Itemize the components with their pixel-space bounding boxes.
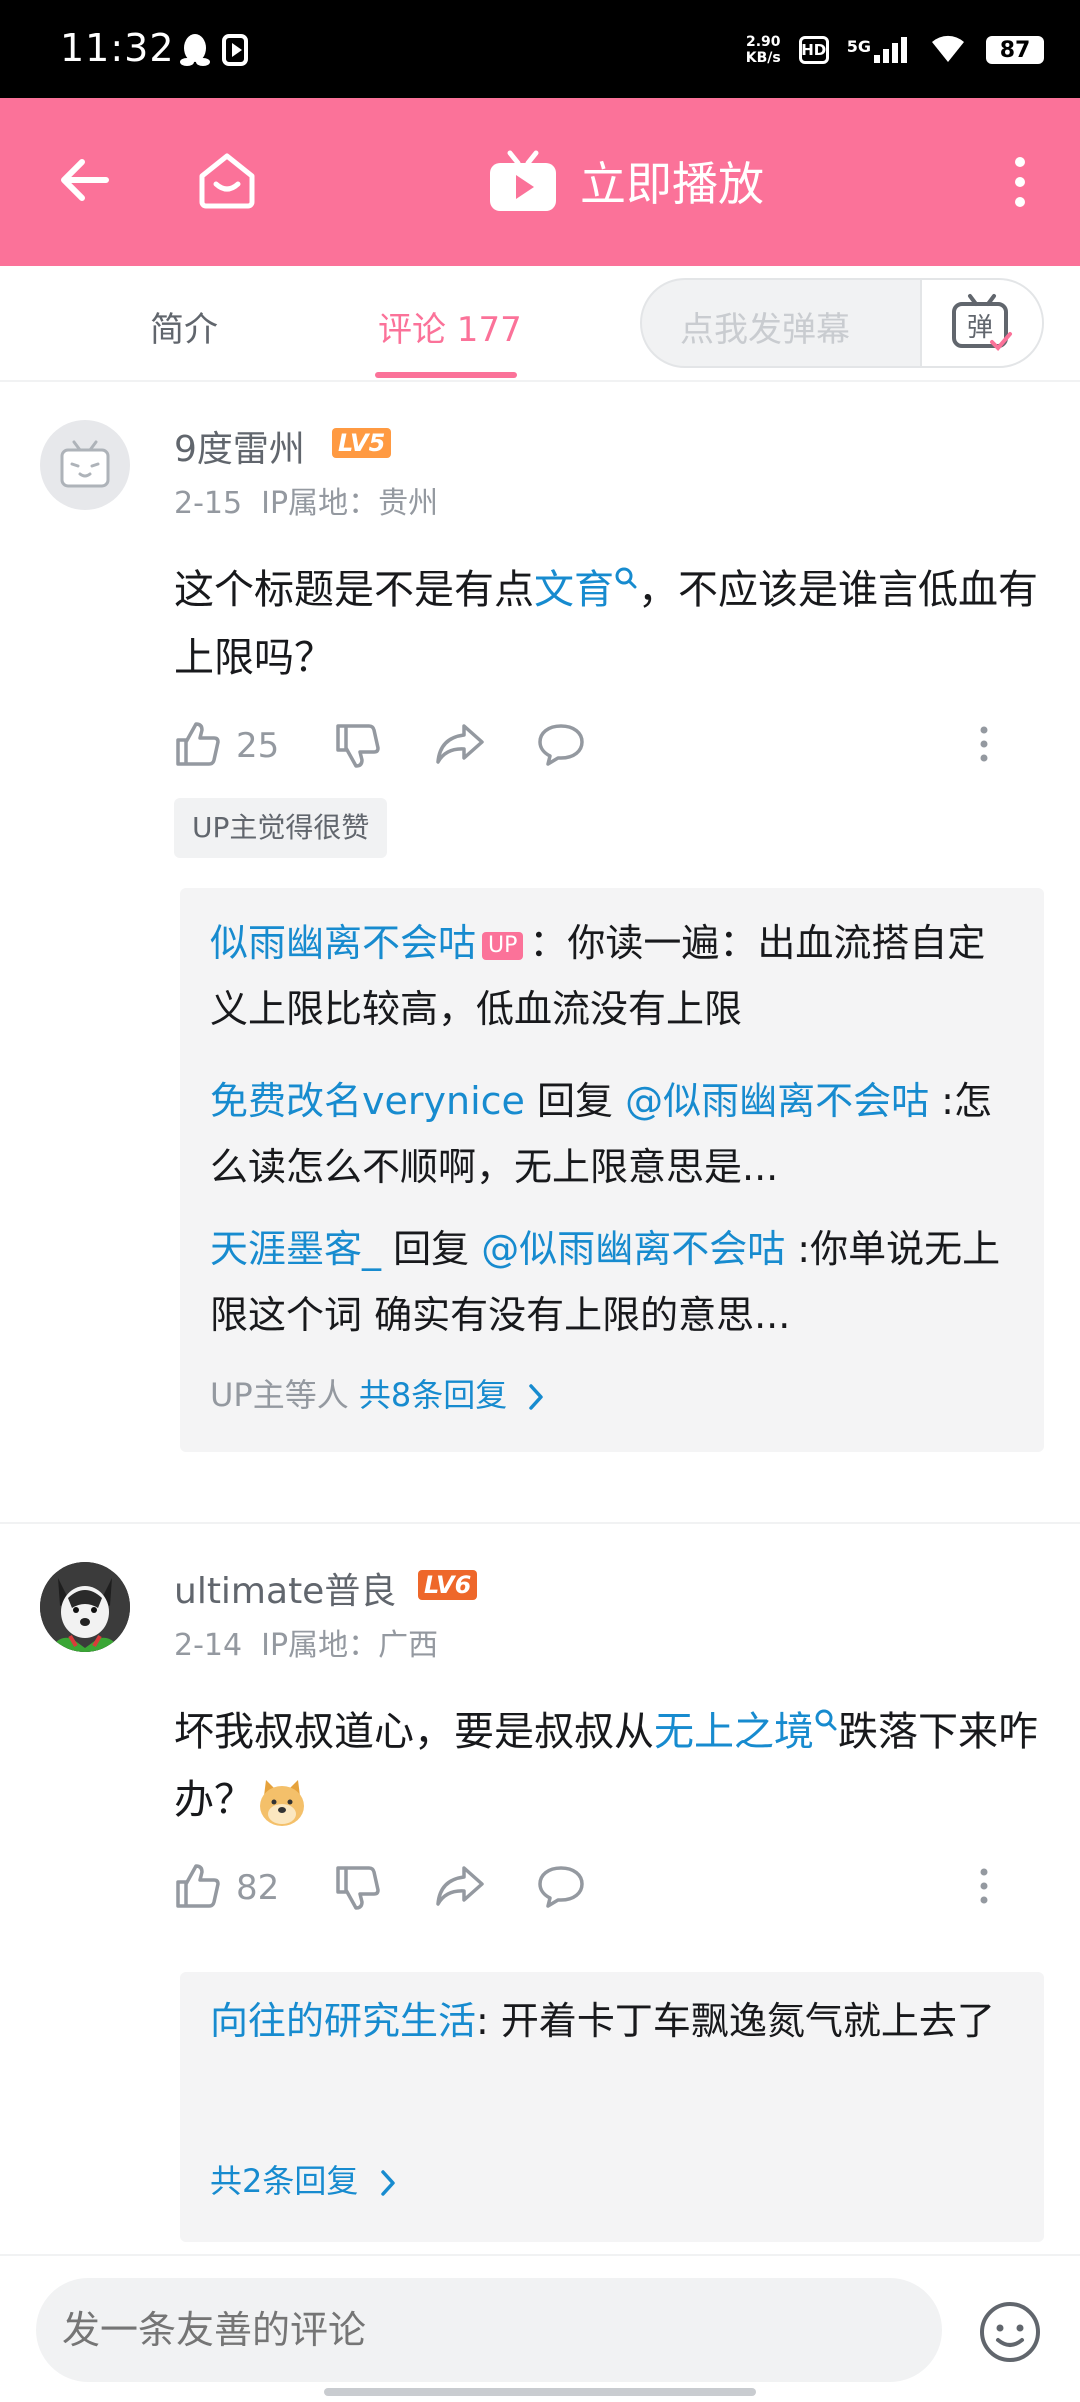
more-vertical-icon (980, 1868, 988, 1904)
reply-button[interactable] (536, 722, 586, 772)
avatar[interactable] (40, 1562, 130, 1652)
level-badge: LV5 (332, 428, 392, 458)
share-icon (436, 724, 484, 764)
reply-preview-box[interactable]: 似雨幽离不会咕 UP ：你读一遍：出血流搭自定义上限比较高，低血流没有上限 免费改名… (180, 888, 1044, 1452)
signal-icon: 5G (847, 37, 910, 63)
wifi-icon (928, 32, 968, 68)
more-vertical-icon (980, 726, 988, 762)
play-now-button[interactable]: 立即播放 (488, 148, 764, 214)
comment-username[interactable]: ultimate普良 (174, 1562, 396, 1614)
comment-meta: 2-14 IP属地：广西 (174, 1628, 439, 1663)
thumb-down-icon (336, 724, 380, 768)
chevron-right-icon (529, 1384, 544, 1410)
dislike-button[interactable] (334, 1864, 382, 1916)
search-keyword-link[interactable]: 文育 (534, 567, 638, 613)
doge-emoji-icon (260, 1780, 304, 1826)
home-indicator (324, 2388, 756, 2396)
comment-compose-bar (0, 2254, 1080, 2402)
up-liked-tag: UP主觉得很赞 (174, 798, 388, 858)
home-icon[interactable] (196, 150, 258, 214)
reply-item: 向往的研究生活: 开着卡丁车飘逸氮气就上去了 (210, 1999, 995, 2043)
like-count: 82 (236, 1868, 280, 1908)
search-icon (815, 1709, 837, 1731)
emoji-icon[interactable] (978, 2300, 1042, 2368)
search-icon (615, 567, 637, 589)
reply-item: 天涯墨客_ 回复 @似雨幽离不会咕 :你单说无上限这个词 确实有没有上限的意思.… (210, 1227, 1001, 1337)
reply-preview-box[interactable]: 向往的研究生活: 开着卡丁车飘逸氮气就上去了 共2条回复 (180, 1972, 1044, 2242)
svg-text:弹: 弹 (967, 313, 993, 343)
danmaku-input[interactable]: 点我发弹幕 弹 (640, 278, 1044, 368)
reply-target[interactable]: @似雨幽离不会咕 (481, 1227, 785, 1271)
like-button[interactable] (174, 720, 222, 772)
search-keyword-link[interactable]: 无上之境 (654, 1709, 838, 1755)
net-speed: 2.90 KB/s (745, 34, 781, 66)
more-vertical-icon[interactable] (1008, 154, 1032, 214)
level-badge: LV6 (418, 1570, 478, 1600)
qq-notification-icon (178, 32, 212, 72)
reply-button[interactable] (536, 1864, 586, 1914)
back-arrow-icon[interactable] (58, 154, 110, 210)
comment-content: 这个标题是不是有点文育 ，不应该是谁言低血有上限吗？ (174, 567, 1038, 681)
thumb-up-icon (176, 1864, 220, 1908)
reply-target[interactable]: @似雨幽离不会咕 (625, 1079, 929, 1123)
up-badge: UP (482, 931, 524, 960)
like-button[interactable] (174, 1862, 222, 1914)
danmaku-toggle-button[interactable]: 弹 (920, 280, 1042, 366)
status-bar: 11:32 2.90 KB/s HD 5G 87 (0, 0, 1080, 98)
status-time: 11:32 (60, 26, 175, 70)
thumb-down-icon (336, 1866, 380, 1910)
share-button[interactable] (434, 722, 486, 770)
reply-item: 免费改名verynice 回复 @似雨幽离不会咕 :怎么读怎么不顺啊，无上限意思… (210, 1079, 992, 1189)
comment-divider (0, 1522, 1080, 1524)
comment-more-button[interactable] (976, 724, 992, 768)
play-now-label: 立即播放 (580, 157, 764, 211)
share-button[interactable] (434, 1864, 486, 1912)
reply-username[interactable]: 天涯墨客_ (210, 1227, 381, 1271)
view-all-replies-link[interactable]: 共2条回复 (210, 2156, 399, 2202)
danmaku-icon: 弹 (952, 294, 1012, 351)
comment-meta: 2-15 IP属地：贵州 (174, 486, 439, 521)
share-icon (436, 1866, 484, 1906)
comment-icon (538, 1866, 584, 1908)
reply-username[interactable]: 似雨幽离不会咕 (210, 921, 476, 965)
play-notification-icon (222, 34, 256, 70)
comment-more-button[interactable] (976, 1866, 992, 1910)
reply-username[interactable]: 向往的研究生活 (210, 1999, 476, 2043)
tab-intro[interactable]: 简介 (150, 302, 218, 351)
thumb-up-icon (176, 722, 220, 766)
comment-input[interactable] (36, 2278, 942, 2382)
comment-username[interactable]: 9度雷州 (174, 420, 305, 472)
app-bar: 立即播放 (0, 98, 1080, 266)
tab-comments[interactable]: 评论 177 (378, 302, 522, 351)
reply-username[interactable]: 免费改名verynice (210, 1079, 525, 1123)
reply-item: 似雨幽离不会咕 UP ：你读一遍：出血流搭自定义上限比较高，低血流没有上限 (210, 921, 986, 1031)
hd-badge: HD (798, 36, 829, 64)
comment-content: 坏我叔叔道心，要是叔叔从无上之境 跌落下来咋办？ (174, 1698, 1054, 1834)
dislike-button[interactable] (334, 722, 382, 774)
like-count: 25 (236, 726, 280, 766)
tab-active-indicator (375, 372, 517, 378)
danmaku-placeholder: 点我发弹幕 (680, 310, 850, 350)
status-indicators: 2.90 KB/s HD 5G 87 (746, 30, 1044, 70)
tv-play-icon (490, 150, 556, 211)
avatar[interactable] (40, 420, 130, 510)
battery-indicator: 87 (986, 36, 1044, 64)
chevron-right-icon (380, 2170, 395, 2196)
view-all-replies-link[interactable]: UP主等人 共8条回复 (210, 1370, 547, 1416)
comment-icon (538, 724, 584, 766)
